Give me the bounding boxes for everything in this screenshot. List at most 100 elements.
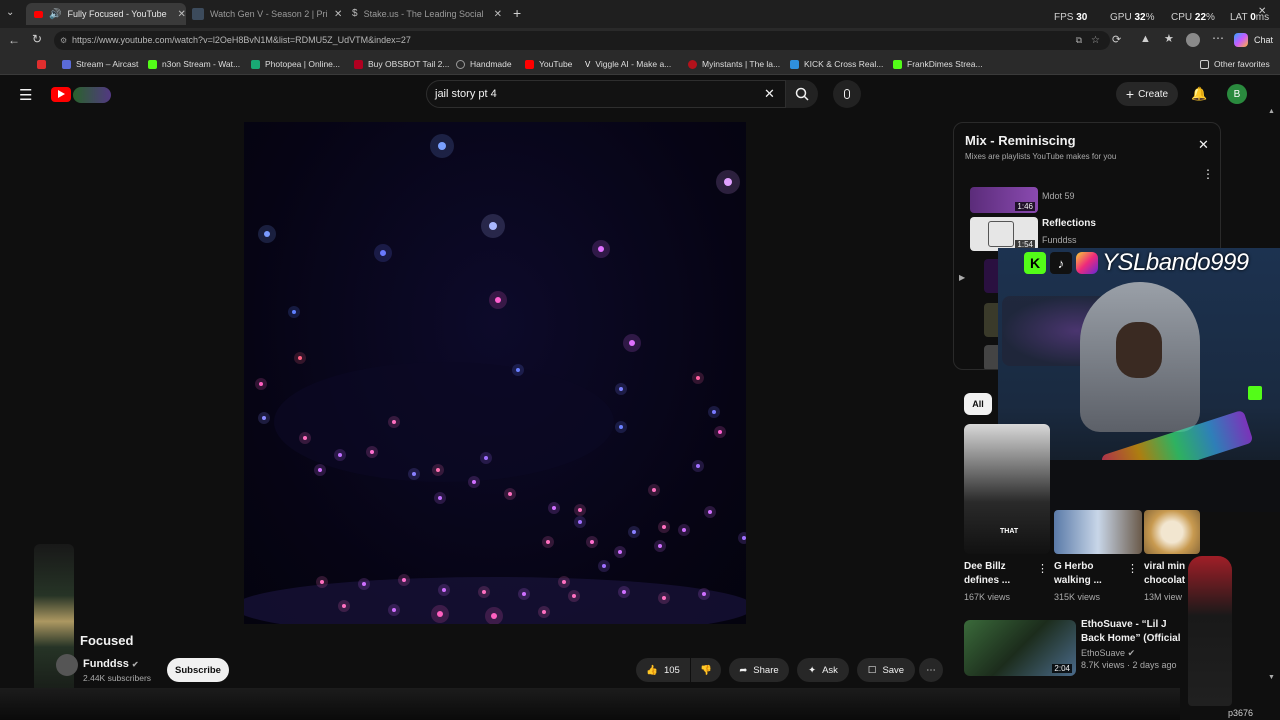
bookmark-favicon-icon	[688, 59, 697, 69]
channel-avatar[interactable]	[56, 654, 78, 676]
favorites-icon[interactable]: ★	[1164, 32, 1174, 45]
account-avatar[interactable]: B	[1227, 84, 1247, 104]
bookmark-item[interactable]: Myinstants | The la...	[688, 56, 780, 72]
like-button[interactable]: 👍 105	[636, 658, 690, 682]
voice-search-button[interactable]	[833, 80, 861, 108]
bookmark-icon: ☐	[867, 664, 877, 676]
more-options-icon[interactable]: ⋮	[1127, 562, 1138, 575]
star-light	[318, 468, 322, 472]
scroll-down-arrow-icon[interactable]: ▼	[1268, 674, 1275, 681]
star-light	[598, 246, 604, 252]
create-button[interactable]: + Create	[1116, 82, 1178, 106]
playlist-more-icon[interactable]: ⋮	[1202, 167, 1214, 181]
youtube-logo[interactable]	[51, 85, 111, 105]
tab-title: Fully Focused - YouTube	[67, 9, 167, 19]
clear-search-icon[interactable]: ✕	[764, 86, 775, 102]
shorts-card[interactable]: G Herbo walking ... ⋮ 315K views	[1054, 424, 1142, 604]
star-light	[522, 592, 526, 596]
hamburger-menu-icon[interactable]: ☰	[19, 86, 32, 104]
tab-youtube[interactable]: 🔊 Fully Focused - YouTube ✕	[26, 3, 186, 25]
scroll-up-arrow-icon[interactable]: ▲	[1268, 108, 1275, 115]
copilot-icon[interactable]	[1234, 33, 1248, 47]
star-light	[618, 550, 622, 554]
close-tab-icon[interactable]: ✕	[494, 9, 502, 20]
bookmark-item[interactable]: Stream – Aircast	[62, 56, 138, 72]
notifications-bell-icon[interactable]: 🔔	[1191, 86, 1207, 102]
new-tab-plus-icon[interactable]: +	[513, 5, 521, 21]
star-light	[437, 611, 443, 617]
close-playlist-icon[interactable]: ✕	[1198, 137, 1209, 153]
open-in-app-icon[interactable]: ⧉	[1076, 31, 1082, 50]
video-meta: 8.7K views · 2 days ago	[1081, 660, 1177, 670]
search-button[interactable]	[786, 80, 818, 108]
channel-name[interactable]: Funddss ✔	[83, 658, 139, 670]
speaker-icon[interactable]: 🔊	[49, 9, 61, 20]
playlist-item[interactable]: 1:46 Mdot 59	[970, 187, 1210, 213]
share-button[interactable]: ➦ Share	[729, 658, 789, 682]
back-arrow-icon[interactable]: ←	[8, 33, 20, 47]
more-actions-button[interactable]: ⋯	[919, 658, 943, 682]
filter-chip-all[interactable]: All	[964, 393, 992, 415]
window-close-icon[interactable]: ✕	[1258, 6, 1266, 17]
subscribe-button[interactable]: Subscribe	[167, 658, 229, 682]
more-horizontal-icon: ⋯	[926, 664, 936, 676]
profile-avatar-icon[interactable]	[1186, 33, 1200, 47]
bookmark-item[interactable]: YouTube	[525, 56, 572, 72]
search-input[interactable]: jail story pt 4	[426, 80, 786, 108]
star-light	[572, 594, 576, 598]
bookmarks-bar: Stream – Aircast n3on Stream - Wat... Ph…	[0, 53, 1280, 75]
tab-title: Stake.us - The Leading Social Casi	[363, 9, 484, 19]
video-frame	[244, 134, 746, 624]
kick-favicon-icon	[148, 59, 157, 69]
tab-list-chevron-icon[interactable]: ⌄	[6, 7, 14, 18]
avatar-letter: B	[1233, 88, 1241, 100]
star-light	[380, 250, 386, 256]
ask-button[interactable]: ✦ Ask	[797, 658, 849, 682]
url-field[interactable]: ⚙ https://www.youtube.com/watch?v=l2OeH8…	[54, 31, 1110, 50]
star-light	[338, 453, 342, 457]
star-light	[264, 231, 270, 237]
thumbs-down-icon: 👎	[700, 664, 712, 676]
extension-puzzle-icon[interactable]: ▲	[1140, 33, 1151, 45]
refresh-icon[interactable]: ↻	[32, 32, 42, 46]
more-menu-icon[interactable]: ⋯	[1212, 31, 1224, 45]
tab-stake[interactable]: $ Stake.us - The Leading Social Casi ✕	[352, 3, 528, 25]
close-tab-icon[interactable]: ✕	[177, 9, 185, 20]
extensions-icon[interactable]: ⟳	[1112, 33, 1121, 46]
bookmark-item[interactable]: n3on Stream - Wat...	[148, 56, 240, 72]
star-light	[696, 376, 700, 380]
dislike-button[interactable]: 👎	[691, 658, 721, 682]
recommended-video[interactable]: 2:04 EthoSuave - “Lil J Back Home” (Offi…	[964, 616, 1204, 676]
tab-prime-video[interactable]: Watch Gen V - Season 2 | Prime V ✕	[192, 3, 344, 25]
duration-badge: 1:46	[1015, 202, 1035, 211]
other-favorites[interactable]: Other favorites	[1200, 56, 1270, 72]
close-tab-icon[interactable]: ✕	[334, 9, 342, 20]
video-player[interactable]	[244, 122, 746, 624]
more-options-icon[interactable]: ⋮	[1037, 562, 1048, 575]
star-light	[718, 430, 722, 434]
scrollbar[interactable]: ▲ ▼	[1268, 108, 1276, 684]
site-info-icon[interactable]: ⚙	[60, 31, 67, 50]
sparkle-icon: ✦	[808, 664, 817, 676]
star-light	[662, 596, 666, 600]
bookmark-item[interactable]: Handmade	[456, 56, 512, 72]
star-light	[436, 468, 440, 472]
bookmark-item[interactable]: KICK & Cross Real...	[790, 56, 883, 72]
chat-label[interactable]: Chat	[1254, 35, 1273, 45]
social-handle: YSLbando999	[1102, 249, 1249, 276]
star-light	[622, 590, 626, 594]
bookmark-item[interactable]: Photopea | Online...	[251, 56, 340, 72]
save-button[interactable]: ☐ Save	[857, 658, 915, 682]
bookmark-youtube-icon-only[interactable]	[37, 56, 51, 72]
playlist-item[interactable]: 1:54 Reflections Funddss	[970, 217, 1210, 251]
photopea-favicon-icon	[251, 59, 260, 69]
bookmark-item[interactable]: Buy OBSBOT Tail 2...	[354, 56, 449, 72]
shorts-card[interactable]: THAT Dee Billz defines ... ⋮ 167K views	[964, 424, 1052, 604]
save-label: Save	[882, 664, 905, 676]
favorite-star-icon[interactable]: ☆	[1091, 31, 1100, 50]
bookmark-item[interactable]: FrankDimes Strea...	[893, 56, 983, 72]
like-count: 105	[663, 664, 680, 676]
bookmark-item[interactable]: V Viggle AI - Make a...	[585, 56, 671, 72]
star-light	[392, 608, 396, 612]
viggle-favicon-icon: V	[585, 59, 591, 69]
